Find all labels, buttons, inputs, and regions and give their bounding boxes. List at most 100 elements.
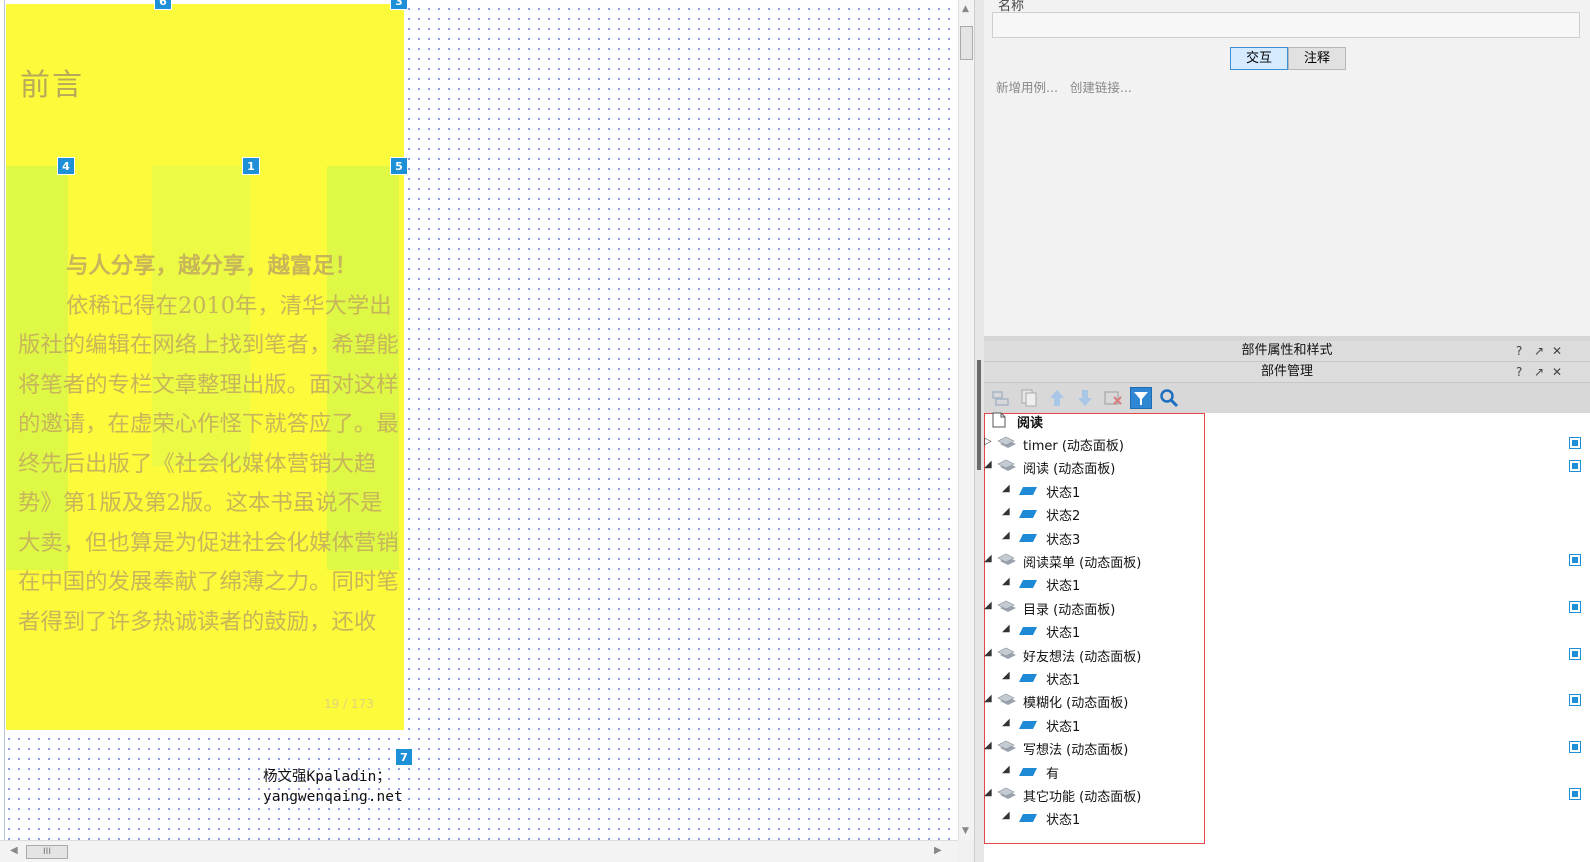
tree-item-label: 阅读 (动态面板) bbox=[1023, 462, 1116, 478]
horizontal-scroll-thumb[interactable]: III bbox=[26, 845, 68, 859]
tree-item-dynamic-panel[interactable]: ◢ 写想法 (动态面板) bbox=[984, 736, 1590, 759]
collapse-arrow-icon[interactable]: ◢ bbox=[984, 740, 992, 751]
tree-item-dynamic-panel[interactable]: ◢ 好友想法 (动态面板) bbox=[984, 643, 1590, 666]
tree-item-dynamic-panel[interactable]: ◢ 其它功能 (动态面板) bbox=[984, 783, 1590, 806]
move-down-icon[interactable] bbox=[1074, 387, 1096, 409]
move-up-icon[interactable] bbox=[1046, 387, 1068, 409]
tree-item-dynamic-panel[interactable]: ◢ 目录 (动态面板) bbox=[984, 596, 1590, 619]
horizontal-scrollbar[interactable]: ◀ III ▶ bbox=[0, 840, 958, 862]
tree-root[interactable]: 阅读 bbox=[984, 409, 1590, 432]
visibility-toggle[interactable] bbox=[1569, 788, 1581, 800]
tree-item-dynamic-panel[interactable]: ▷ timer (动态面板) bbox=[984, 432, 1590, 455]
tree-item-dynamic-panel[interactable]: ◢ 阅读菜单 (动态面板) bbox=[984, 549, 1590, 572]
tree-item-label: 其它功能 (动态面板) bbox=[1023, 790, 1142, 805]
tree-item-dynamic-panel[interactable]: ◢ 阅读 (动态面板) bbox=[984, 455, 1590, 478]
scroll-up-arrow-icon[interactable]: ▲ bbox=[962, 4, 969, 14]
author-credit[interactable]: 杨文强Kpaladin； yangwenqaing.net bbox=[263, 767, 403, 807]
properties-style-header[interactable]: 部件属性和样式 ? ↗ ✕ bbox=[984, 341, 1590, 362]
dynamic-panel-icon bbox=[996, 435, 1016, 454]
tree-item-label: 状态1 bbox=[1046, 579, 1081, 595]
widget-manager-header[interactable]: 部件管理 ? ↗ ✕ bbox=[984, 362, 1590, 383]
tab-notes[interactable]: 注释 bbox=[1288, 47, 1346, 70]
visibility-toggle[interactable] bbox=[1569, 554, 1581, 566]
collapse-arrow-icon[interactable]: ◢ bbox=[1002, 576, 1010, 587]
scroll-left-arrow-icon[interactable]: ◀ bbox=[10, 845, 18, 856]
filter-icon[interactable] bbox=[1130, 387, 1152, 409]
collapse-arrow-icon[interactable]: ◢ bbox=[1002, 764, 1010, 775]
design-canvas[interactable]: 前言 与人分享，越分享，越富足！ 依稀记得在2010年，清华大学出版社的编辑在网… bbox=[0, 0, 958, 862]
preface-title: 前言 bbox=[20, 68, 84, 103]
dynamic-panel-icon bbox=[996, 646, 1016, 665]
widget-marker-4[interactable]: 4 bbox=[57, 157, 75, 175]
visibility-toggle[interactable] bbox=[1569, 694, 1581, 707]
add-folder-icon[interactable] bbox=[990, 387, 1012, 409]
widget-tree[interactable]: 阅读 ▷ timer (动态面板) ◢ 阅读 (动态面板) ◢ 状态1 ◢ 状态2 ◢ 状态3 ◢ 阅… bbox=[984, 412, 1590, 862]
collapse-arrow-icon[interactable]: ◢ bbox=[984, 693, 992, 704]
tree-item-state[interactable]: ◢ 状态1 bbox=[984, 713, 1590, 736]
tree-item-label: 模糊化 (动态面板) bbox=[1023, 696, 1129, 712]
tree-item-label: 状态1 bbox=[1046, 626, 1081, 642]
collapse-arrow-icon[interactable]: ◢ bbox=[984, 647, 992, 658]
tree-item-state[interactable]: ◢ 状态1 bbox=[984, 479, 1590, 502]
tree-item-state[interactable]: ◢ 状态1 bbox=[984, 666, 1590, 689]
splitter-grip[interactable] bbox=[977, 360, 981, 470]
close-icon[interactable]: ✕ bbox=[1552, 341, 1562, 361]
vertical-scrollbar[interactable]: ▲ ▼ bbox=[958, 0, 974, 840]
name-input[interactable] bbox=[992, 12, 1580, 38]
tree-item-label: 阅读菜单 (动态面板) bbox=[1023, 556, 1142, 571]
collapse-arrow-icon[interactable]: ◢ bbox=[1002, 483, 1010, 494]
visibility-toggle[interactable] bbox=[1569, 460, 1581, 473]
duplicate-icon[interactable] bbox=[1018, 387, 1040, 409]
visibility-toggle[interactable] bbox=[1569, 647, 1581, 660]
widget-marker-5[interactable]: 5 bbox=[390, 157, 408, 175]
widget-marker-1[interactable]: 1 bbox=[242, 157, 260, 175]
collapse-arrow-icon[interactable]: ◢ bbox=[1002, 717, 1010, 728]
interaction-panel: 名称 交互 注释 新增用例... 创建链接... bbox=[984, 0, 1590, 340]
tree-item-state[interactable]: ◢ 有 bbox=[984, 760, 1590, 783]
visibility-toggle[interactable] bbox=[1569, 600, 1581, 613]
tree-item-state[interactable]: ◢ 状态1 bbox=[984, 572, 1590, 595]
widget-marker-3[interactable]: 3 bbox=[390, 0, 408, 10]
properties-style-title: 部件属性和样式 bbox=[1241, 343, 1333, 358]
tree-item-label: 目录 (动态面板) bbox=[1023, 602, 1116, 618]
panel-state-icon bbox=[1018, 485, 1038, 500]
collapse-arrow-icon[interactable]: ◢ bbox=[984, 600, 992, 611]
tree-item-dynamic-panel[interactable]: ◢ 模糊化 (动态面板) bbox=[984, 689, 1590, 712]
help-icon[interactable]: ? bbox=[1516, 362, 1522, 382]
tree-item-state[interactable]: ◢ 状态1 bbox=[984, 806, 1590, 829]
collapse-arrow-icon[interactable]: ◢ bbox=[984, 553, 992, 564]
expand-arrow-icon[interactable]: ▷ bbox=[984, 436, 992, 447]
visibility-toggle[interactable] bbox=[1569, 437, 1581, 449]
widget-marker-7[interactable]: 7 bbox=[395, 748, 413, 766]
tree-item-state[interactable]: ◢ 状态2 bbox=[984, 502, 1590, 525]
pane-splitter[interactable] bbox=[974, 0, 984, 862]
collapse-arrow-icon[interactable]: ◢ bbox=[1002, 670, 1010, 681]
search-icon[interactable] bbox=[1158, 387, 1180, 409]
visibility-toggle[interactable] bbox=[1569, 741, 1581, 754]
create-link-link[interactable]: 创建链接... bbox=[1070, 80, 1132, 95]
author-name: 杨文强Kpaladin； bbox=[263, 769, 391, 785]
tree-item-state[interactable]: ◢ 状态3 bbox=[984, 526, 1590, 549]
add-case-link[interactable]: 新增用例... bbox=[996, 80, 1058, 95]
collapse-arrow-icon[interactable]: ◢ bbox=[1002, 506, 1010, 517]
collapse-arrow-icon[interactable]: ◢ bbox=[984, 787, 992, 798]
tree-item-label: timer (动态面板) bbox=[1023, 439, 1124, 454]
widget-marker-6[interactable]: 6 bbox=[154, 0, 172, 10]
collapse-arrow-icon[interactable]: ◢ bbox=[984, 459, 992, 470]
vertical-scroll-thumb[interactable] bbox=[960, 26, 973, 60]
popout-icon[interactable]: ↗ bbox=[1534, 362, 1544, 382]
help-icon[interactable]: ? bbox=[1516, 341, 1522, 361]
author-site: yangwenqaing.net bbox=[263, 789, 403, 805]
popout-icon[interactable]: ↗ bbox=[1534, 341, 1544, 361]
collapse-arrow-icon[interactable]: ◢ bbox=[1002, 623, 1010, 634]
scroll-down-arrow-icon[interactable]: ▼ bbox=[962, 826, 969, 836]
close-icon[interactable]: ✕ bbox=[1552, 362, 1562, 382]
scroll-right-arrow-icon[interactable]: ▶ bbox=[934, 845, 942, 856]
collapse-arrow-icon[interactable]: ◢ bbox=[1002, 810, 1010, 821]
collapse-arrow-icon[interactable]: ◢ bbox=[1002, 530, 1010, 541]
tree-item-state[interactable]: ◢ 状态1 bbox=[984, 619, 1590, 642]
dynamic-panel-icon bbox=[996, 786, 1016, 805]
tab-interaction[interactable]: 交互 bbox=[1230, 47, 1288, 70]
delete-icon[interactable] bbox=[1102, 387, 1124, 409]
reading-paragraph-2: 依稀记得在2010年，清华大学出版社的编辑在网络上找到笔者，希望能将笔者的专栏文… bbox=[18, 292, 399, 635]
